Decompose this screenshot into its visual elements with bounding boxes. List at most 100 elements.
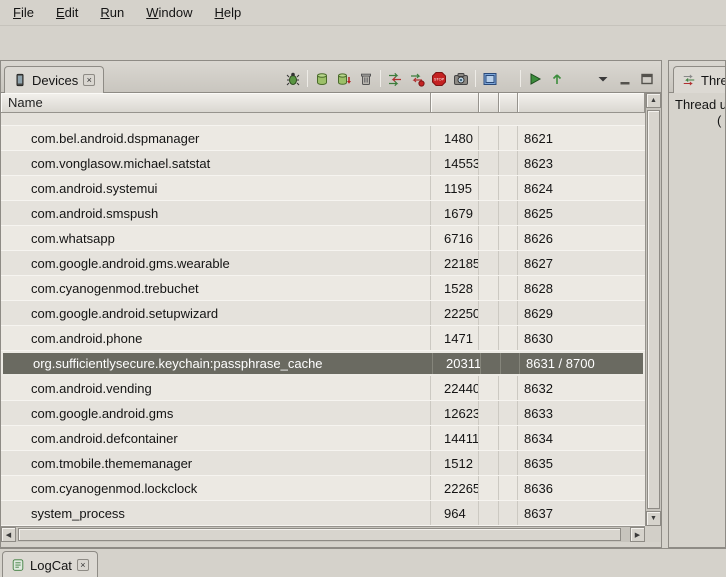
- menu-help[interactable]: Help: [203, 1, 252, 24]
- table-row[interactable]: com.bel.android.dspmanager14808621: [1, 126, 645, 151]
- table-row[interactable]: com.google.android.gms126238633: [1, 401, 645, 426]
- menu-window[interactable]: Window: [135, 1, 203, 24]
- toolbar-separator: [475, 70, 476, 87]
- vertical-scrollbar[interactable]: ▲ ▼: [645, 93, 661, 526]
- screen-capture-icon[interactable]: [453, 71, 469, 87]
- capture-view-icon[interactable]: [482, 71, 498, 87]
- start-tracking-icon[interactable]: [527, 71, 543, 87]
- empty-cell: [479, 176, 499, 200]
- process-port: 8624: [518, 176, 645, 200]
- process-port: 8629: [518, 301, 645, 325]
- column-header-name[interactable]: Name: [1, 93, 431, 113]
- dump-hprof-icon[interactable]: [336, 71, 352, 87]
- logcat-icon: [11, 558, 25, 572]
- process-port: 8633: [518, 401, 645, 425]
- threads-panel: Threads Thread up (: [668, 60, 726, 548]
- close-icon[interactable]: ×: [83, 74, 95, 86]
- scroll-left-icon[interactable]: ◀: [1, 527, 16, 542]
- main-toolbar: [0, 26, 726, 59]
- vertical-scrollbar-thumb[interactable]: [647, 110, 660, 509]
- process-pid: 20311: [433, 353, 481, 374]
- table-row[interactable]: com.android.defcontainer144118634: [1, 426, 645, 451]
- empty-cell: [499, 126, 518, 150]
- empty-cell: [479, 201, 499, 225]
- process-pid: 12623: [431, 401, 479, 425]
- cause-gc-icon[interactable]: [358, 71, 374, 87]
- process-port: 8630: [518, 326, 645, 350]
- threads-message-line2: (: [717, 113, 721, 128]
- table-row[interactable]: com.google.android.setupwizard222508629: [1, 301, 645, 326]
- menu-file[interactable]: File: [2, 1, 45, 24]
- debug-process-icon[interactable]: [285, 71, 301, 87]
- threads-message-line1: Thread up: [675, 97, 726, 112]
- update-threads-icon[interactable]: [387, 71, 403, 87]
- menu-file-label: ile: [21, 5, 34, 20]
- column-header-empty: [479, 93, 499, 113]
- table-row[interactable]: com.android.systemui11958624: [1, 176, 645, 201]
- process-name: com.android.smspush: [1, 201, 431, 225]
- stop-process-icon[interactable]: STOP: [431, 71, 447, 87]
- close-icon[interactable]: ×: [77, 559, 89, 571]
- scroll-up-icon[interactable]: ▲: [646, 93, 661, 108]
- empty-cell: [499, 151, 518, 175]
- table-row[interactable]: com.google.android.gms.wearable221858627: [1, 251, 645, 276]
- table-row[interactable]: com.cyanogenmod.trebuchet15288628: [1, 276, 645, 301]
- device-icon: [13, 73, 27, 87]
- process-port: 8625: [518, 201, 645, 225]
- tab-devices-label: Devices: [32, 73, 78, 88]
- start-method-profiling-icon[interactable]: [409, 71, 425, 87]
- empty-cell: [499, 201, 518, 225]
- process-pid: 22265: [431, 476, 479, 500]
- menu-edit[interactable]: Edit: [45, 1, 89, 24]
- table-row[interactable]: system_process9648637: [1, 501, 645, 526]
- empty-cell: [499, 251, 518, 275]
- maximize-icon[interactable]: [639, 71, 655, 87]
- process-pid: 1471: [431, 326, 479, 350]
- threads-tab-bar: Threads: [669, 61, 725, 93]
- process-port: 8621: [518, 126, 645, 150]
- table-row[interactable]: com.android.smspush16798625: [1, 201, 645, 226]
- minimize-icon[interactable]: [617, 71, 633, 87]
- opengl-trace-icon[interactable]: [549, 71, 565, 87]
- tab-threads-label: Threads: [701, 73, 726, 88]
- horizontal-scrollbar[interactable]: ◀ ▶: [1, 526, 645, 542]
- table-row[interactable]: com.vonglasow.michael.satstat145538623: [1, 151, 645, 176]
- menu-run[interactable]: Run: [89, 1, 135, 24]
- horizontal-scrollbar-thumb[interactable]: [18, 528, 621, 541]
- process-port: 8627: [518, 251, 645, 275]
- empty-cell: [499, 426, 518, 450]
- view-menu-icon[interactable]: [595, 71, 611, 87]
- table-row[interactable]: com.whatsapp67168626: [1, 226, 645, 251]
- menu-edit-label: dit: [65, 5, 79, 20]
- scroll-right-icon[interactable]: ▶: [630, 527, 645, 542]
- tab-logcat[interactable]: LogCat ×: [2, 551, 98, 577]
- scroll-down-icon[interactable]: ▼: [646, 511, 661, 526]
- empty-cell: [479, 451, 499, 475]
- devices-tab-bar: Devices × STOP: [1, 61, 661, 93]
- table-row[interactable]: org.sufficientlysecure.keychain:passphra…: [1, 351, 645, 376]
- table-header: Name: [1, 93, 645, 113]
- table-row[interactable]: com.tmobile.thememanager15128635: [1, 451, 645, 476]
- table-row[interactable]: com.android.phone14718630: [1, 326, 645, 351]
- menu-help-label: H: [214, 5, 223, 20]
- empty-cell: [499, 501, 518, 525]
- empty-cell: [479, 226, 499, 250]
- process-port: 8628: [518, 276, 645, 300]
- menu-run-label: R: [100, 5, 109, 20]
- devices-toolbar: STOP: [285, 70, 655, 87]
- menu-window-label: indow: [159, 5, 193, 20]
- devices-panel: Devices × STOP: [0, 60, 662, 548]
- tab-threads[interactable]: Threads: [673, 66, 726, 93]
- process-pid: 6716: [431, 226, 479, 250]
- empty-cell: [499, 451, 518, 475]
- empty-cell: [501, 353, 520, 374]
- menu-file-label: F: [13, 5, 21, 20]
- empty-cell: [499, 476, 518, 500]
- process-port: 8636: [518, 476, 645, 500]
- process-port: 8632: [518, 376, 645, 400]
- process-name: org.sufficientlysecure.keychain:passphra…: [3, 353, 433, 374]
- update-heap-icon[interactable]: [314, 71, 330, 87]
- table-row[interactable]: com.android.vending224408632: [1, 376, 645, 401]
- tab-devices[interactable]: Devices ×: [4, 66, 104, 93]
- table-row[interactable]: com.cyanogenmod.lockclock222658636: [1, 476, 645, 501]
